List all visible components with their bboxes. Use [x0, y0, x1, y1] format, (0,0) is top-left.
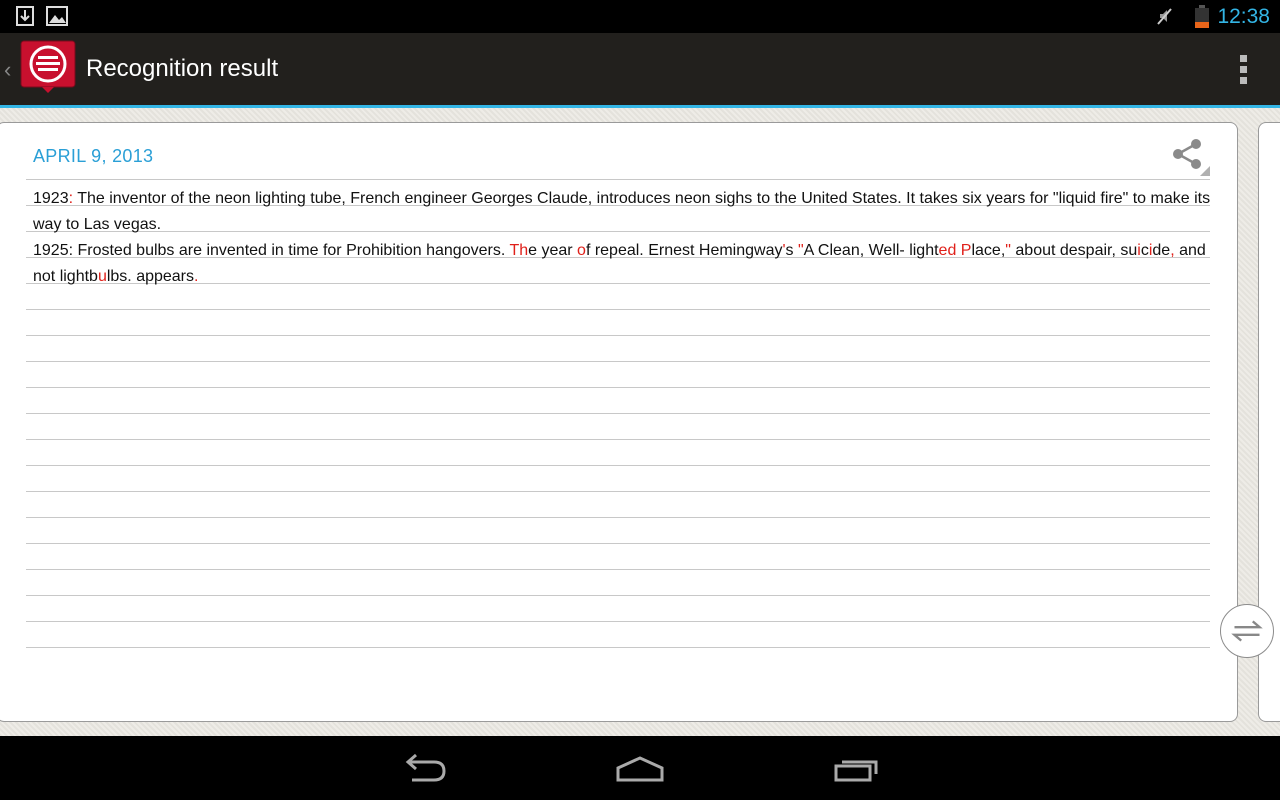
- text-segment: A Clean, Well- light: [803, 242, 939, 259]
- clock: 12:38: [1217, 5, 1270, 28]
- rule-line: [26, 569, 1210, 570]
- text-paragraph: 1925: Frosted bulbs are invented in time…: [33, 238, 1213, 290]
- text-segment: c: [1140, 242, 1149, 259]
- rule-line: [26, 517, 1210, 518]
- date-heading: APRIL 9, 2013: [33, 146, 154, 166]
- rule-line: [26, 491, 1210, 492]
- text-segment: lbs. appears: [106, 268, 195, 285]
- swap-arrows-icon[interactable]: [1220, 604, 1274, 658]
- rule-line: [26, 309, 1210, 310]
- text-segment: 1923: [33, 190, 69, 207]
- text-segment: 1925: Frosted bulbs are invented in time…: [33, 242, 510, 259]
- share-icon[interactable]: [1168, 136, 1210, 178]
- rule-line: [26, 647, 1210, 648]
- battery-level: [1195, 22, 1209, 28]
- uncertain-char: u: [97, 268, 107, 285]
- uncertain-char: Th: [509, 242, 529, 259]
- rule-line: [26, 543, 1210, 544]
- screen: 12:38 ‹ Recognition result APRIL 9, 2013…: [0, 0, 1280, 800]
- uncertain-char: o: [577, 242, 586, 259]
- overflow-menu-icon[interactable]: [1238, 55, 1248, 85]
- rule-line: [26, 439, 1210, 440]
- rule-line: [26, 413, 1210, 414]
- mute-icon: [1157, 8, 1172, 25]
- rule-line: [26, 335, 1210, 336]
- back-icon[interactable]: [398, 752, 450, 784]
- recognized-text[interactable]: 1923: The inventor of the neon lighting …: [33, 186, 1213, 290]
- battery-low-icon: [1195, 5, 1209, 28]
- download-icon: [16, 6, 34, 26]
- text-segment: de: [1152, 242, 1171, 259]
- text-segment: e year: [528, 242, 578, 259]
- text-segment: lace,: [971, 242, 1006, 259]
- home-icon[interactable]: [614, 752, 666, 784]
- navigation-bar: [0, 736, 1280, 800]
- uncertain-char: ed P: [938, 242, 972, 259]
- text-segment: f repeal. Ernest Hemingway: [585, 242, 783, 259]
- image-icon: [46, 6, 68, 26]
- text-segment: The inventor of the neon lighting tube, …: [33, 190, 1211, 233]
- rule-line: [26, 387, 1210, 388]
- text-paragraph: 1923: The inventor of the neon lighting …: [33, 186, 1213, 238]
- rule-line: [26, 621, 1210, 622]
- uncertain-char: .: [194, 268, 199, 285]
- action-bar: ‹ Recognition result: [0, 33, 1280, 108]
- recent-apps-icon[interactable]: [830, 752, 882, 784]
- screen-title: Recognition result: [86, 55, 279, 82]
- text-segment: about despair, su: [1010, 242, 1138, 259]
- text-segment: s: [785, 242, 798, 259]
- up-chevron-icon[interactable]: ‹: [4, 57, 11, 83]
- status-bar: 12:38: [0, 0, 1280, 33]
- rule-line: [26, 595, 1210, 596]
- rule-line: [26, 179, 1210, 180]
- app-logo-icon[interactable]: [20, 40, 76, 94]
- rule-line: [26, 361, 1210, 362]
- rule-line: [26, 465, 1210, 466]
